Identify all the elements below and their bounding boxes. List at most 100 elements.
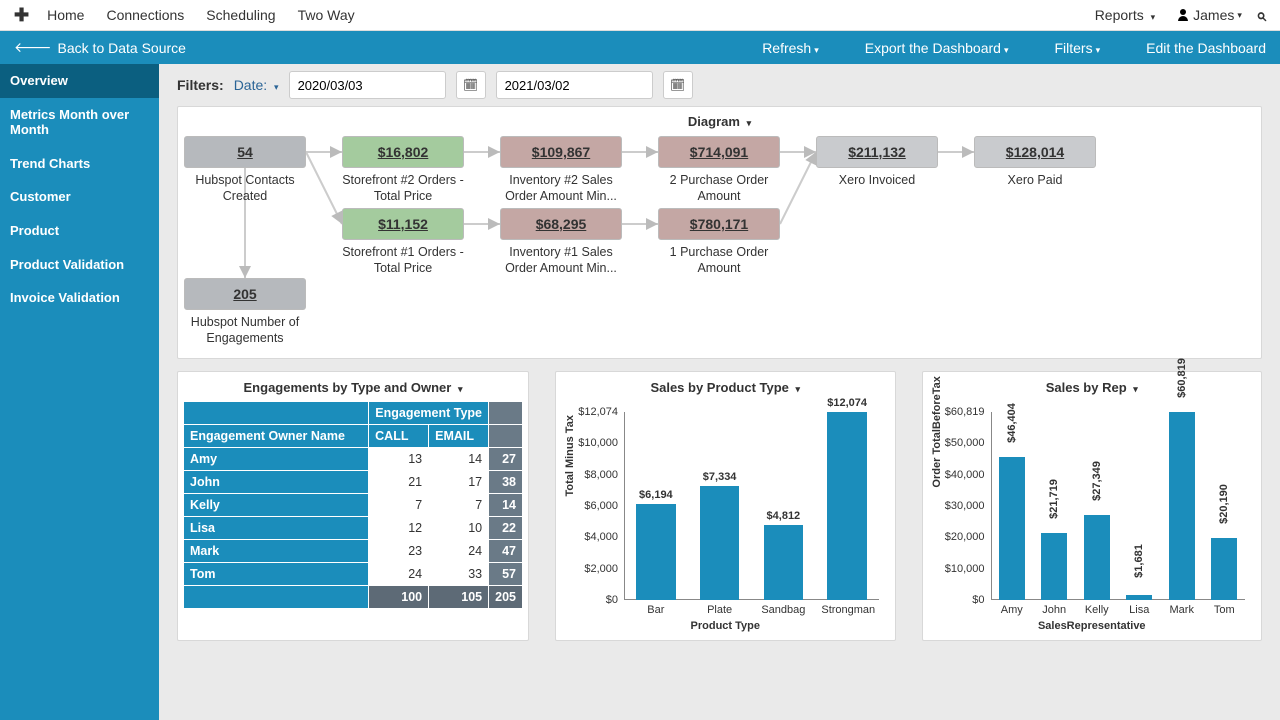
y-tick: $10,000 xyxy=(933,563,985,575)
x-tick: Mark xyxy=(1163,604,1201,616)
x-tick: Bar xyxy=(630,604,682,616)
sales-rep-chart: $46,404$21,719$27,349$1,681$60,819$20,19… xyxy=(933,412,1252,630)
x-tick: Lisa xyxy=(1120,604,1158,616)
x-axis-label: SalesRepresentative xyxy=(1038,620,1146,632)
export-action[interactable]: Export the Dashboard▾ xyxy=(865,40,1009,56)
search-icon[interactable]: ⌕ xyxy=(1256,5,1266,26)
diagram-node-label: Inventory #2 Sales Order Amount Min... xyxy=(500,173,622,204)
y-tick: $2,000 xyxy=(566,563,618,575)
plus-icon[interactable]: ✚ xyxy=(14,5,29,26)
engagement-table: Engagement TypeEngagement Owner NameCALL… xyxy=(183,401,523,609)
x-tick: Amy xyxy=(993,604,1031,616)
diagram-node[interactable]: $11,152 Storefront #1 Orders - Total Pric… xyxy=(342,208,464,276)
diagram-node-label: Inventory #1 Sales Order Amount Min... xyxy=(500,245,622,276)
date-from-input[interactable] xyxy=(289,71,446,99)
diagram-node-value[interactable]: $109,867 xyxy=(500,136,622,168)
diagram-node-label: Storefront #2 Orders - Total Price xyxy=(342,173,464,204)
diagram-node[interactable]: $780,171 1 Purchase Order Amount xyxy=(658,208,780,276)
table-row-name: Lisa xyxy=(184,517,369,540)
bar-value-label: $21,719 xyxy=(1048,469,1060,529)
diagram-node-value[interactable]: $68,295 xyxy=(500,208,622,240)
diagram-node[interactable]: $109,867 Inventory #2 Sales Order Amount … xyxy=(500,136,622,204)
edit-dashboard-action[interactable]: Edit the Dashboard xyxy=(1146,40,1266,56)
top-nav: ✚ Home Connections Scheduling Two Way Re… xyxy=(0,0,1280,31)
bar-value-label: $6,194 xyxy=(628,489,684,501)
chart-bar[interactable] xyxy=(1211,538,1237,600)
table-row-name: Tom xyxy=(184,563,369,586)
chart-bar[interactable] xyxy=(827,412,867,600)
diagram-node-value[interactable]: $128,014 xyxy=(974,136,1096,168)
diagram-node-value[interactable]: $780,171 xyxy=(658,208,780,240)
diagram-node-label: Hubspot Number of Engagements xyxy=(184,315,306,346)
x-axis-label: Product Type xyxy=(691,620,760,632)
nav-two-way[interactable]: Two Way xyxy=(298,7,355,23)
diagram-node-value[interactable]: $211,132 xyxy=(816,136,938,168)
sidebar-item-trend[interactable]: Trend Charts xyxy=(0,147,159,181)
caret-down-icon: ▾ xyxy=(1151,12,1156,22)
diagram-node-value[interactable]: 54 xyxy=(184,136,306,168)
diagram-node-value[interactable]: $714,091 xyxy=(658,136,780,168)
diagram-node[interactable]: $714,0912 Purchase Order Amount xyxy=(658,136,780,204)
calendar-to-icon[interactable]: 🗓 xyxy=(663,71,693,99)
y-tick: $6,000 xyxy=(566,500,618,512)
bar-value-label: $20,190 xyxy=(1218,474,1230,534)
date-label[interactable]: Date: ▾ xyxy=(234,77,279,93)
sales-product-panel: Sales by Product Type ▾ $6,194$7,334$4,8… xyxy=(555,371,896,641)
bar-value-label: $60,819 xyxy=(1176,348,1188,408)
diagram-node-value[interactable]: 205 xyxy=(184,278,306,310)
diagram-node[interactable]: $68,295 Inventory #1 Sales Order Amount M… xyxy=(500,208,622,276)
diagram-title[interactable]: Diagram ▾ xyxy=(178,107,1261,136)
diagram-node[interactable]: 205 Hubspot Number of Engagements xyxy=(184,278,306,346)
sales-rep-panel: Sales by Rep ▾ $46,404$21,719$27,349$1,6… xyxy=(922,371,1263,641)
sales-rep-title[interactable]: Sales by Rep ▾ xyxy=(923,372,1262,401)
chart-bar[interactable] xyxy=(700,486,740,600)
nav-home[interactable]: Home xyxy=(47,7,84,23)
sidebar-item-overview[interactable]: Overview xyxy=(0,64,159,98)
diagram-node-label: Storefront #1 Orders - Total Price xyxy=(342,245,464,276)
diagram-node[interactable]: $211,132Xero Invoiced xyxy=(816,136,938,189)
nav-reports[interactable]: Reports ▾ xyxy=(1095,7,1155,23)
diagram-node-label: Xero Paid xyxy=(974,173,1096,189)
calendar-from-icon[interactable]: 🗓 xyxy=(456,71,486,99)
table-row-name: Kelly xyxy=(184,494,369,517)
bar-value-label: $46,404 xyxy=(1006,393,1018,453)
chart-bar[interactable] xyxy=(1169,412,1195,600)
refresh-action[interactable]: Refresh▾ xyxy=(762,40,819,56)
filter-row: Filters: Date: ▾ 🗓 🗓 xyxy=(159,64,1280,106)
x-tick: Sandbag xyxy=(758,604,810,616)
filters-action[interactable]: Filters▾ xyxy=(1054,40,1100,56)
content: Filters: Date: ▾ 🗓 🗓 Diagram ▾ 54Hubspot… xyxy=(159,64,1280,720)
diagram-node-label: 1 Purchase Order Amount xyxy=(658,245,780,276)
chart-bar[interactable] xyxy=(764,525,804,600)
y-tick: $4,000 xyxy=(566,531,618,543)
filters-label: Filters: xyxy=(177,77,224,93)
diagram-node[interactable]: $16,802 Storefront #2 Orders - Total Pric… xyxy=(342,136,464,204)
sidebar-item-customer[interactable]: Customer xyxy=(0,180,159,214)
chart-bar[interactable] xyxy=(1084,515,1110,600)
sidebar-item-metrics[interactable]: Metrics Month over Month xyxy=(0,98,159,147)
chart-bar[interactable] xyxy=(636,504,676,600)
nav-scheduling[interactable]: Scheduling xyxy=(206,7,275,23)
back-link[interactable]: 🡐Back to Data Source xyxy=(14,39,186,56)
engagement-title[interactable]: Engagements by Type and Owner ▾ xyxy=(178,372,528,401)
action-bar: 🡐Back to Data Source Refresh▾ Export the… xyxy=(0,31,1280,64)
diagram-node-value[interactable]: $11,152 xyxy=(342,208,464,240)
chart-bar[interactable] xyxy=(999,457,1025,600)
table-row-name: Amy xyxy=(184,448,369,471)
diagram-node[interactable]: $128,014 Xero Paid xyxy=(974,136,1096,189)
diagram-node-value[interactable]: $16,802 xyxy=(342,136,464,168)
nav-connections[interactable]: Connections xyxy=(106,7,184,23)
chart-bar[interactable] xyxy=(1126,595,1152,600)
diagram-node[interactable]: 54Hubspot Contacts Created xyxy=(184,136,306,204)
diagram-panel: Diagram ▾ 54Hubspot Contacts Created $16,… xyxy=(177,106,1262,359)
date-to-input[interactable] xyxy=(496,71,653,99)
sidebar-item-invoice-validation[interactable]: Invoice Validation xyxy=(0,281,159,315)
sidebar-item-product-validation[interactable]: Product Validation xyxy=(0,248,159,282)
user-menu[interactable]: James ▾ xyxy=(1177,7,1242,23)
engagement-panel: Engagements by Type and Owner ▾ Engageme… xyxy=(177,371,529,641)
chart-bar[interactable] xyxy=(1041,533,1067,600)
y-tick: $0 xyxy=(566,594,618,606)
x-tick: Strongman xyxy=(821,604,873,616)
sidebar-item-product[interactable]: Product xyxy=(0,214,159,248)
x-tick: Kelly xyxy=(1078,604,1116,616)
